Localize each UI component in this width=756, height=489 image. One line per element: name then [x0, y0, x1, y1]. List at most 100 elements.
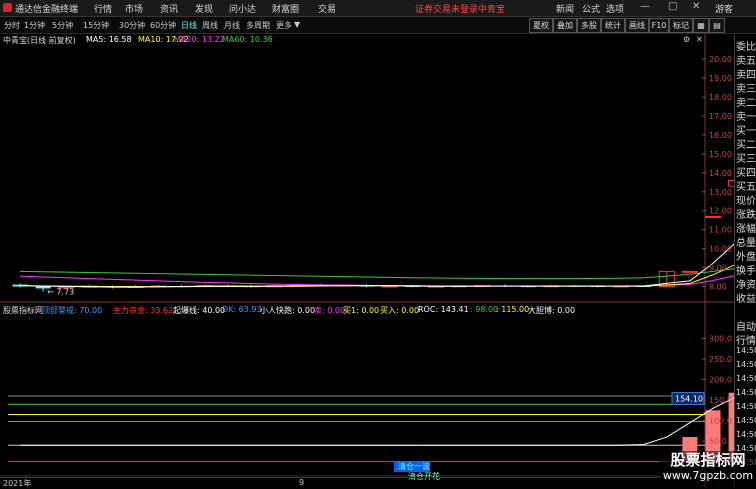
ind-main-funds: 主力资金: 33.62	[113, 306, 174, 315]
sub-y-tick-label: 100.0	[709, 417, 732, 426]
side-panel-item: 卖一	[736, 112, 756, 123]
btn-mark[interactable]: 标记	[669, 18, 693, 33]
side-panel-item: 14:50	[736, 346, 756, 355]
y-tick-label: 17.00	[709, 112, 732, 121]
period-toolbar: 分时 1分钟 5分钟 15分钟 30分钟 60分钟 日线 周线 月线 多周期 更…	[0, 17, 756, 34]
ind-line98: : 98.00	[470, 305, 499, 314]
period-1min[interactable]: 1分钟	[24, 20, 45, 31]
period-weekly[interactable]: 周线	[202, 20, 218, 31]
close-panel-icon[interactable]: ✕	[696, 35, 703, 44]
nav-formula[interactable]: 公式	[582, 2, 600, 15]
y-tick-label: 19.00	[709, 74, 732, 83]
period-60min[interactable]: 60分钟	[150, 20, 176, 31]
ma20-label: MA20: 13.22	[174, 35, 225, 44]
ma20-line	[19, 275, 734, 287]
quote-side-panel[interactable]: 委比 卖五 卖四 卖三 卖二 卖一 买一 买二 买三 买四 买五 现价 涨跌 涨幅 总量 外盘 换手 净资 收益 自动…	[734, 34, 756, 487]
side-panel-item: 总量	[736, 238, 756, 249]
side-panel-item: 委比	[736, 42, 756, 53]
period-more[interactable]: 更多	[276, 20, 292, 31]
settings-icon[interactable]: ⚙	[683, 35, 690, 44]
nav-news[interactable]: 新闻	[556, 2, 574, 15]
indicator-info-bar: 股票指标网 顶部警戒: 70.00 主力资金: 33.62 起爆线: 40.00…	[0, 304, 720, 316]
btn-layout[interactable]: ▦	[693, 18, 709, 33]
period-monthly[interactable]: 月线	[224, 20, 240, 31]
menu-quote[interactable]: 行情	[94, 2, 112, 15]
title-bar: 通达信金融终端 行情 市场 资讯 发现 问小达 财富圈 交易 证券交易未登录 中…	[0, 0, 756, 17]
watermark-url: www.7gpzb.com	[662, 469, 754, 482]
period-30min[interactable]: 30分钟	[119, 20, 145, 31]
btn-panel[interactable]: ▤	[709, 18, 725, 33]
side-panel-item: 卖二	[736, 98, 756, 109]
chart-area[interactable]: ← 20.57← 7.73 154.10 20.00 19.00 18.00 17.0…	[0, 34, 734, 487]
app-title: 通达信金融终端	[15, 5, 79, 15]
candle	[681, 270, 698, 273]
chevron-down-icon[interactable]: ▼	[294, 20, 300, 29]
ind-sell: 卖: 0.00	[314, 306, 346, 315]
period-fenshi[interactable]: 分时	[4, 20, 20, 31]
value-box-label: 154.10	[675, 394, 703, 403]
ind-qibao: 起爆线: 40.00	[173, 306, 226, 315]
side-panel-item: 净资	[736, 280, 756, 291]
side-panel-item: 买四	[736, 168, 756, 179]
sub-y-tick-label: 200.0	[709, 376, 732, 385]
stock-label: 中青宝(日线 前复权)	[3, 36, 76, 45]
side-panel-item: 行情	[736, 336, 756, 347]
side-panel-item: 14:50	[736, 360, 756, 369]
y-tick-label: 10.00	[709, 245, 732, 254]
btn-drawline[interactable]: 画线	[625, 18, 649, 33]
ma60-line	[19, 268, 734, 280]
y-tick-label: 13.00	[709, 188, 732, 197]
ind-dk: DK: 63.93	[222, 305, 262, 314]
stock-tag: 中青宝	[478, 5, 506, 15]
period-5min[interactable]: 5分钟	[52, 20, 73, 31]
btn-f10[interactable]: F10	[649, 18, 669, 33]
menu-circle[interactable]: 财富圈	[272, 2, 299, 15]
sub-y-tick-label: 250.0	[709, 355, 732, 364]
menu-trade[interactable]: 交易	[318, 2, 336, 15]
btn-overlay[interactable]: 叠加	[553, 18, 577, 33]
login-notice[interactable]: 证券交易未登录	[415, 2, 478, 15]
ma-info-bar: 中青宝(日线 前复权) MA5: 16.58 MA10: 17.22 MA20:…	[0, 34, 705, 46]
timeline-month: 9	[299, 478, 305, 487]
guest-label[interactable]: 游客	[715, 2, 733, 15]
side-panel-item: 现价	[736, 196, 756, 207]
maximize-icon[interactable]: □	[668, 1, 677, 12]
ma60-label: MA60: 10.36	[222, 35, 273, 44]
y-tick-label: 16.00	[709, 131, 732, 140]
y-tick-label: 20.00	[709, 55, 732, 64]
watermark: 股票指标网 www.7gpzb.com	[660, 451, 756, 487]
watermark-title: 股票指标网	[670, 451, 746, 469]
indicator-chart: 154.10	[8, 391, 734, 463]
ind-buyin: 买入: 0.00	[380, 306, 420, 315]
menu-market[interactable]: 市场	[125, 2, 143, 15]
indicator-name[interactable]: 股票指标网	[3, 305, 43, 316]
y-tick-label: 8.00	[709, 283, 727, 292]
side-panel-item: 换手	[736, 266, 756, 277]
menu-news[interactable]: 资讯	[160, 2, 178, 15]
menu-discover[interactable]: 发现	[195, 2, 213, 15]
side-panel-item: 卖五	[736, 56, 756, 67]
ind-top-warning: 顶部警戒: 70.00	[42, 306, 103, 315]
menu-xiaoda[interactable]: 问小达	[229, 2, 256, 15]
btn-stats[interactable]: 统计	[601, 18, 625, 33]
side-panel-item: 14:50	[736, 416, 756, 425]
side-panel-item: 14:50	[736, 402, 756, 411]
close-icon[interactable]: ✕	[692, 1, 700, 12]
nav-options[interactable]: 选项	[606, 2, 624, 15]
ind-line115: : 115.00	[496, 305, 530, 314]
side-panel-item: 涨幅	[736, 224, 756, 235]
sub-y-tick-label: 150.0	[709, 396, 732, 405]
minimize-icon[interactable]: —	[640, 1, 650, 12]
side-panel-item: 卖四	[736, 70, 756, 81]
timeline-year: 2021年	[3, 479, 32, 488]
grid	[0, 34, 734, 487]
period-15min[interactable]: 15分钟	[83, 20, 109, 31]
y-tick-label: 11.00	[709, 226, 732, 235]
btn-xiaquan[interactable]: 夏权	[529, 18, 553, 33]
side-panel-item: 买二	[736, 140, 756, 151]
period-daily[interactable]: 日线	[181, 20, 197, 31]
candlestick-chart: ← 20.57← 7.73	[12, 179, 734, 297]
period-multi[interactable]: 多周期	[246, 20, 270, 31]
roc-line	[20, 397, 734, 446]
btn-multi-stock[interactable]: 多股	[577, 18, 601, 33]
